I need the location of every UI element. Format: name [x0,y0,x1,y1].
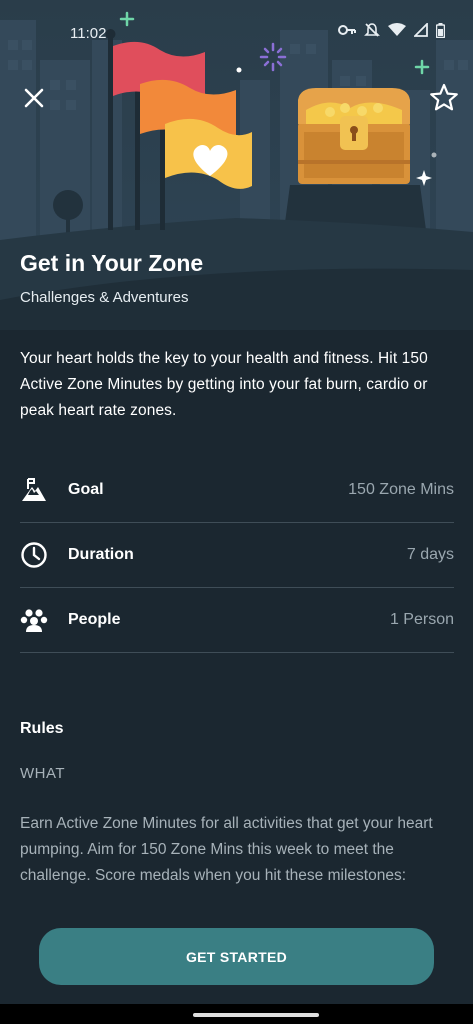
challenge-description: Your heart holds the key to your health … [20,350,428,419]
status-icons [338,22,445,38]
stat-value-goal: 150 Zone Mins [348,481,454,498]
status-time: 11:02 [70,25,107,42]
people-icon [20,606,48,634]
cell-signal-icon [414,23,428,37]
star-outline-icon [430,83,458,111]
wifi-icon [388,23,406,36]
get-started-button[interactable]: GET STARTED [39,928,434,985]
stat-row-goal: Goal 150 Zone Mins [20,458,454,523]
stat-row-people: People 1 Person [20,588,454,653]
stat-value-people: 1 Person [389,611,454,628]
stat-value-duration: 7 days [406,546,454,563]
key-icon [338,25,356,35]
challenge-stats: Goal 150 Zone Mins Duration 7 days Peopl… [20,458,454,653]
clock-icon [20,541,48,569]
challenge-category: Challenges & Adventures [20,289,189,306]
rules-section-label: WHAT [20,765,66,782]
mountain-icon [20,476,48,504]
close-icon [24,88,44,108]
stat-label-people: People [68,611,121,628]
favorite-button[interactable] [428,82,460,114]
notifications-off-icon [364,23,380,37]
rules-heading: Rules [20,720,64,737]
status-bar: 11:02 [0,0,473,64]
stat-row-duration: Duration 7 days [20,523,454,588]
stat-label-duration: Duration [68,546,134,563]
rules-text: Earn Active Zone Minutes for all activit… [20,815,433,884]
challenge-title: Get in Your Zone [20,250,204,276]
close-button[interactable] [20,84,48,112]
home-gesture-handle[interactable] [193,1013,319,1017]
stat-label-goal: Goal [68,481,104,498]
battery-icon [436,22,445,38]
